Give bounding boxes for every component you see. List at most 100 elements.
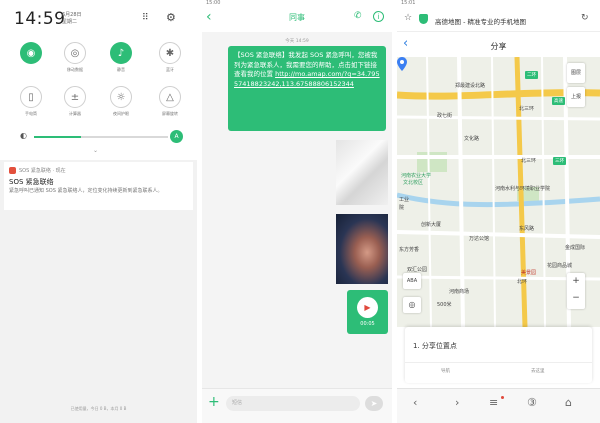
location-pin-icon[interactable]	[397, 57, 407, 71]
tile-calculator[interactable]: ± 计算器	[58, 86, 92, 117]
tabs-icon[interactable]: ③	[527, 396, 537, 409]
chevron-down-icon[interactable]: ⌄	[93, 147, 98, 154]
map-label: 金成国际	[565, 245, 586, 251]
map-label: 河南商场	[449, 289, 470, 295]
map-label: 双汇公园	[407, 267, 428, 273]
home-icon[interactable]: ⌂	[565, 396, 572, 409]
reload-icon[interactable]: ↻	[581, 13, 589, 23]
sos-notification[interactable]: SOS 紧急联络 · 现在 SOS 紧急联络 紧急呼叫已通知 SOS 紧急联络人…	[4, 162, 193, 210]
map-label: 东方芳香	[399, 247, 420, 253]
send-icon[interactable]: ➤	[365, 396, 383, 411]
edit-tiles-icon[interactable]: ⠿	[142, 13, 149, 23]
brightness-control: ◐ A	[20, 130, 185, 143]
locate-icon[interactable]: ◎	[403, 297, 421, 313]
tile-silent[interactable]: ♪ 静音	[104, 42, 138, 73]
tile-mobile-data[interactable]: ◎ 移动数据	[58, 42, 92, 73]
tile-eye-care[interactable]: ☼ 夜间护眼	[104, 86, 138, 117]
photo-attachment[interactable]	[336, 140, 388, 205]
date: 6月28日 星期二	[62, 12, 82, 26]
brightness-icon: ◐	[20, 131, 27, 140]
map-label: 郑最建设北路	[455, 83, 486, 89]
map-label: 河南水利与环境职业学院	[495, 186, 551, 192]
divider	[405, 362, 592, 363]
tile-label: 手电筒	[25, 111, 37, 116]
notification-shade-screen: 14:59 6月28日 星期二 ⠿ ⚙ ◉ ◎ 移动数据 ♪ 静音 ✱ 蓝牙 ▯…	[0, 0, 197, 423]
map-label: 文化路	[464, 136, 480, 142]
map-label: 政七街	[437, 113, 453, 119]
notification-title: SOS 紧急联络	[9, 178, 54, 186]
globe-icon: ◎	[64, 42, 86, 64]
nav-forward-icon[interactable]: ›	[455, 396, 459, 409]
bluetooth-icon: ✱	[159, 42, 181, 64]
tile-flashlight[interactable]: ▯ 手电筒	[14, 86, 48, 117]
auto-brightness-button[interactable]: A	[170, 130, 183, 143]
map-road-badge: 三环	[553, 157, 566, 165]
status-time: 15:00	[206, 0, 221, 6]
info-icon[interactable]: i	[373, 11, 384, 22]
nav-back-icon[interactable]: ‹	[413, 396, 417, 409]
menu-icon[interactable]: ≡	[489, 396, 498, 409]
sos-app-icon	[9, 167, 16, 174]
compose-bar: + 短信 ➤	[202, 388, 392, 423]
zoom-out-button[interactable]: −	[567, 290, 585, 307]
notification-body: 紧急呼叫已通知 SOS 紧急联络人，定位变化持续更新到紧急联系人。	[9, 188, 163, 194]
map-scale: 500米	[437, 302, 452, 308]
play-icon[interactable]: ▶	[357, 297, 378, 318]
message-timestamp: 今天 14:59	[285, 39, 309, 44]
map-road-badge: 二环	[525, 71, 538, 79]
tile-label: 夜间护眼	[113, 111, 129, 116]
tile-bluetooth[interactable]: ✱ 蓝牙	[153, 42, 187, 73]
tile-label: 蓝牙	[166, 67, 174, 72]
map-label: 美景园	[521, 270, 537, 276]
zoom-control[interactable]: + −	[567, 273, 585, 309]
notification-app-name: SOS 紧急联络 · 现在	[19, 168, 66, 174]
shield-icon	[419, 14, 428, 24]
tile-label: 计算器	[69, 111, 81, 116]
map-label: 北三环	[519, 106, 535, 112]
page-title: 分享	[490, 42, 507, 51]
page-url-title[interactable]: 高德地图 - 精准专业的手机地图	[435, 16, 526, 26]
bell-icon: ♪	[110, 42, 132, 64]
map-label: 创新大厦	[421, 222, 442, 228]
message-input[interactable]: 短信	[226, 396, 360, 411]
map-label: 文北校区	[403, 180, 424, 186]
map-label: 北三环	[521, 158, 537, 164]
go-here-option[interactable]: 去这里	[531, 368, 545, 374]
flashlight-icon: ▯	[20, 86, 42, 108]
map-label: 东风路	[519, 226, 535, 232]
rotate-icon: △	[159, 86, 181, 108]
map-label: 工业	[399, 197, 410, 203]
photo-attachment[interactable]	[336, 214, 388, 284]
zoom-in-button[interactable]: +	[567, 273, 585, 290]
gear-icon[interactable]: ⚙	[166, 11, 176, 24]
browser-bar: ☆ 高德地图 - 精准专业的手机地图 ↻	[397, 8, 600, 32]
report-button[interactable]: 上报	[567, 87, 585, 107]
date-line: 6月28日	[62, 12, 82, 18]
tile-wifi[interactable]: ◉	[14, 42, 48, 67]
sms-screen: 15:00 ‹ 同事 ✆ i 今天 14:59 【SOS 紧急联络】我发起 SO…	[202, 0, 392, 423]
tile-label: 屏幕旋转	[162, 111, 178, 116]
map-label: 院	[399, 205, 405, 211]
map-view[interactable]: 郑最建设北路 北三环 高速 二环 三环 北三环 政七街 文化路 河南农业大学 文…	[397, 57, 600, 327]
sos-message-bubble[interactable]: 【SOS 紧急联络】我发起 SOS 紧急呼叫，您被我列为紧急联系人，我需要您的帮…	[228, 46, 386, 131]
weekday-line: 星期二	[62, 19, 78, 25]
layers-button[interactable]: 图层	[567, 63, 585, 83]
plus-icon[interactable]: +	[208, 394, 220, 410]
notification-dot	[501, 396, 504, 399]
navigate-option[interactable]: 导航	[441, 368, 450, 374]
tile-rotate[interactable]: △ 屏幕旋转	[153, 86, 187, 117]
tile-label: 移动数据	[67, 67, 83, 72]
share-header: ‹ 分享	[397, 33, 600, 57]
share-panel: 1. 分享位置点 导航 去这里	[405, 327, 592, 383]
voice-attachment[interactable]: ▶ 00:05	[347, 290, 388, 334]
voice-duration: 00:05	[360, 321, 375, 327]
sms-header: 15:00 ‹ 同事 ✆ i	[202, 0, 392, 32]
phone-icon[interactable]: ✆	[354, 11, 362, 21]
map-label: 万达公馆	[469, 236, 490, 242]
tile-label: 静音	[117, 67, 125, 72]
eye-care-icon: ☼	[110, 86, 132, 108]
star-icon[interactable]: ☆	[404, 13, 412, 23]
map-share-screen: 15:01 ☆ 高德地图 - 精准专业的手机地图 ↻ ‹ 分享 郑最建设北路 北…	[397, 0, 600, 423]
street-view-button[interactable]: ABA	[403, 273, 421, 289]
brightness-slider[interactable]	[34, 136, 168, 138]
